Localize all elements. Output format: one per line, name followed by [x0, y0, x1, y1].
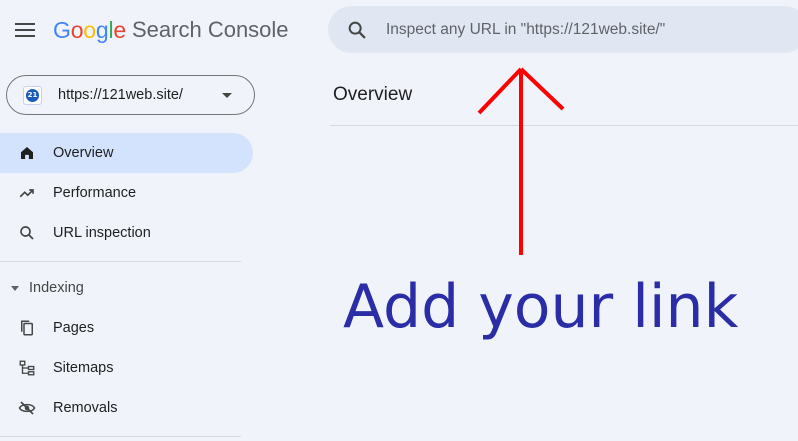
sidebar-item-label: Sitemaps — [53, 360, 114, 376]
google-logo-letter: e — [113, 16, 126, 43]
google-logo-letter: o — [70, 16, 84, 43]
annotation-text: Add your link — [343, 272, 739, 342]
trending-up-icon — [17, 183, 37, 203]
sidebar-item-sitemaps[interactable]: Sitemaps — [0, 348, 253, 388]
product-name: Search Console — [132, 17, 289, 42]
page-title: Overview — [333, 84, 413, 105]
sidebar-section-indexing[interactable]: Indexing — [0, 278, 84, 298]
section-title: Indexing — [29, 280, 84, 296]
pages-icon — [17, 318, 37, 338]
google-logo-letter: G — [53, 16, 71, 43]
sidebar-item-label: Pages — [53, 320, 95, 336]
search-icon[interactable] — [346, 19, 368, 41]
sidebar-item-overview[interactable]: Overview — [0, 133, 253, 173]
search-console-logo[interactable]: G o o g l e Search Console — [53, 14, 289, 46]
search-input[interactable]: Inspect any URL in "https://121web.site/… — [386, 21, 665, 39]
sidebar-item-removals[interactable]: Removals — [0, 388, 253, 428]
sidebar-item-url-inspection[interactable]: URL inspection — [0, 213, 253, 253]
sidebar-divider — [0, 261, 241, 262]
collapse-triangle-icon[interactable] — [11, 285, 19, 291]
property-url: https://121web.site/ — [58, 87, 183, 103]
sidebar-item-performance[interactable]: Performance — [0, 173, 253, 213]
site-favicon-icon: 21 — [23, 85, 42, 105]
sidebar-item-label: URL inspection — [53, 225, 151, 241]
google-logo-letter: o — [83, 16, 96, 43]
sidebar-item-label: Overview — [53, 145, 114, 161]
sidebar-item-label: Removals — [53, 400, 118, 416]
red-arrow-icon — [477, 67, 565, 255]
sidebar-item-label: Performance — [53, 185, 137, 201]
dropdown-caret-icon[interactable] — [222, 93, 232, 98]
search-icon — [17, 223, 37, 243]
sitemap-icon — [17, 358, 37, 378]
hamburger-menu-icon[interactable] — [12, 18, 38, 42]
home-icon — [17, 143, 37, 163]
visibility-off-icon — [17, 398, 37, 418]
sidebar-item-pages[interactable]: Pages — [0, 308, 253, 348]
property-selector[interactable]: 21 https://121web.site/ — [6, 75, 255, 115]
google-logo-letter: g — [95, 16, 109, 43]
search-console-window: G o o g l e Search Console Inspect any U… — [0, 0, 798, 441]
sidebar-divider — [0, 436, 241, 437]
url-inspect-search-bar[interactable]: Inspect any URL in "https://121web.site/… — [328, 6, 798, 53]
